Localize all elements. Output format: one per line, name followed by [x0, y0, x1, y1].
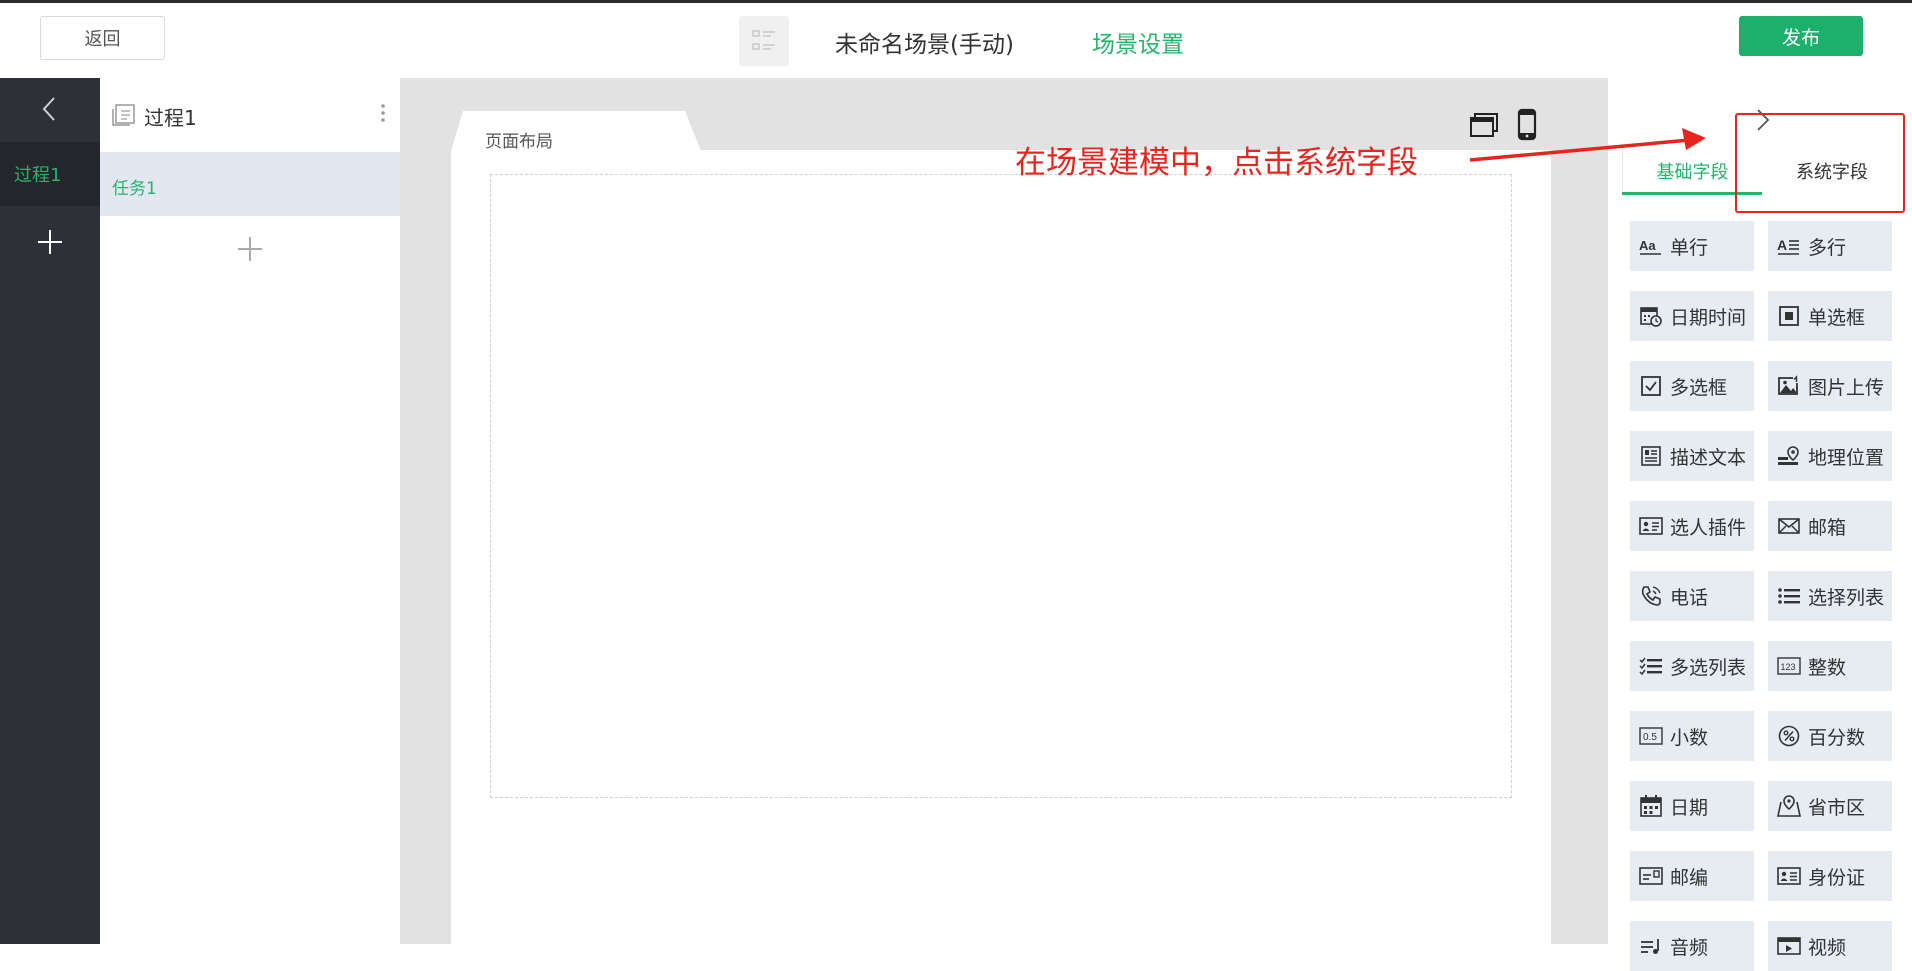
field-item[interactable]: 视频	[1768, 921, 1892, 971]
audio-icon	[1638, 934, 1664, 958]
field-label: 身份证	[1808, 866, 1866, 889]
text-aa-icon: Aa	[1638, 234, 1664, 258]
page-layout-tab-label: 页面布局	[485, 132, 553, 152]
process-header: 过程1	[100, 78, 400, 152]
svg-text:Aa: Aa	[1639, 238, 1656, 253]
svg-text:A: A	[1777, 237, 1787, 253]
field-label: 描述文本	[1670, 446, 1747, 469]
field-item[interactable]: Aa 单行	[1630, 221, 1754, 271]
decimal-icon: 0.5	[1638, 724, 1664, 748]
field-item[interactable]: 123 整数	[1768, 641, 1892, 691]
field-item[interactable]: 选人插件	[1630, 501, 1754, 551]
field-item[interactable]: 百分数	[1768, 711, 1892, 761]
chevron-left-icon[interactable]	[0, 78, 100, 140]
field-label: 地理位置	[1808, 446, 1885, 469]
annotation-arrow	[1469, 128, 1706, 162]
drop-zone[interactable]	[490, 174, 1512, 798]
top-bar: 返回 未命名场景(手动) 场景设置 发布	[0, 3, 1912, 78]
annotation-text: 在场景建模中，点击系统字段	[1015, 145, 1418, 181]
field-label: 小数	[1670, 726, 1709, 749]
field-label: 单行	[1670, 236, 1709, 259]
list-icon	[1776, 584, 1802, 608]
field-item[interactable]: 音频	[1630, 921, 1754, 971]
field-item[interactable]: 身份证	[1768, 851, 1892, 901]
field-item[interactable]: 地理位置	[1768, 431, 1892, 481]
publish-button[interactable]: 发布	[1739, 16, 1863, 56]
field-item[interactable]: 多选列表	[1630, 641, 1754, 691]
annotation-highlight-box	[1735, 113, 1905, 213]
field-item[interactable]: 日期	[1630, 781, 1754, 831]
svg-text:123: 123	[1781, 662, 1796, 672]
field-label: 日期	[1670, 796, 1709, 819]
field-item[interactable]: 描述文本	[1630, 431, 1754, 481]
field-item[interactable]: 电话	[1630, 571, 1754, 621]
contact-card-icon	[1638, 514, 1664, 538]
field-item[interactable]: 0.5 小数	[1630, 711, 1754, 761]
task-item[interactable]: 任务1	[100, 152, 400, 216]
field-label: 视频	[1808, 936, 1847, 959]
video-icon	[1776, 934, 1802, 958]
checklist-icon	[1638, 654, 1664, 678]
calendar-clock-icon	[1638, 304, 1664, 328]
more-vertical-icon[interactable]	[380, 102, 386, 128]
field-label: 多行	[1808, 236, 1847, 259]
postcode-icon	[1638, 864, 1664, 888]
field-item[interactable]: 日期时间	[1630, 291, 1754, 341]
process-panel: 过程1 任务1	[100, 78, 400, 944]
field-item[interactable]: 省市区	[1768, 781, 1892, 831]
multiline-text-icon: A	[1776, 234, 1802, 258]
radio-square-icon	[1776, 304, 1802, 328]
field-label: 邮编	[1670, 866, 1709, 889]
integer-123-icon: 123	[1776, 654, 1802, 678]
field-label: 多选列表	[1670, 656, 1747, 679]
field-label: 日期时间	[1670, 306, 1747, 329]
checkbox-icon	[1638, 374, 1664, 398]
id-card-icon	[1776, 864, 1802, 888]
field-item[interactable]: 单选框	[1768, 291, 1892, 341]
field-item[interactable]: A 多行	[1768, 221, 1892, 271]
layout-list-icon[interactable]	[739, 16, 789, 66]
field-label: 电话	[1670, 586, 1709, 609]
field-label: 多选框	[1670, 376, 1728, 399]
process-title[interactable]: 过程1	[144, 102, 197, 131]
field-label: 整数	[1808, 656, 1847, 679]
field-label: 省市区	[1808, 796, 1866, 819]
sidebar-item-process1[interactable]: 过程1	[0, 142, 100, 206]
field-label: 选人插件	[1670, 516, 1747, 539]
document-icon	[112, 104, 136, 130]
field-label: 单选框	[1808, 306, 1866, 329]
percent-icon	[1776, 724, 1802, 748]
description-text-icon	[1638, 444, 1664, 468]
task-label: 任务1	[112, 179, 157, 199]
calendar-icon	[1638, 794, 1664, 818]
location-icon	[1776, 444, 1802, 468]
add-process-icon[interactable]	[0, 212, 100, 272]
field-item[interactable]: 多选框	[1630, 361, 1754, 411]
scene-title[interactable]: 未命名场景(手动)	[835, 25, 1014, 59]
back-button[interactable]: 返回	[40, 16, 165, 60]
field-label: 图片上传	[1808, 376, 1885, 399]
svg-text:0.5: 0.5	[1643, 732, 1657, 743]
field-label: 邮箱	[1808, 516, 1847, 539]
field-label: 音频	[1670, 936, 1709, 959]
field-item[interactable]: 邮编	[1630, 851, 1754, 901]
add-task-icon[interactable]	[232, 231, 268, 267]
phone-icon	[1638, 584, 1664, 608]
field-item[interactable]: 图片上传	[1768, 361, 1892, 411]
field-item[interactable]: 选择列表	[1768, 571, 1892, 621]
image-upload-icon	[1776, 374, 1802, 398]
map-region-icon	[1776, 794, 1802, 818]
field-label: 选择列表	[1808, 586, 1885, 609]
field-label: 百分数	[1808, 726, 1866, 749]
scene-settings-link[interactable]: 场景设置	[1092, 25, 1184, 59]
mail-icon	[1776, 514, 1802, 538]
field-item[interactable]: 邮箱	[1768, 501, 1892, 551]
process-sidebar: 过程1	[0, 78, 100, 944]
